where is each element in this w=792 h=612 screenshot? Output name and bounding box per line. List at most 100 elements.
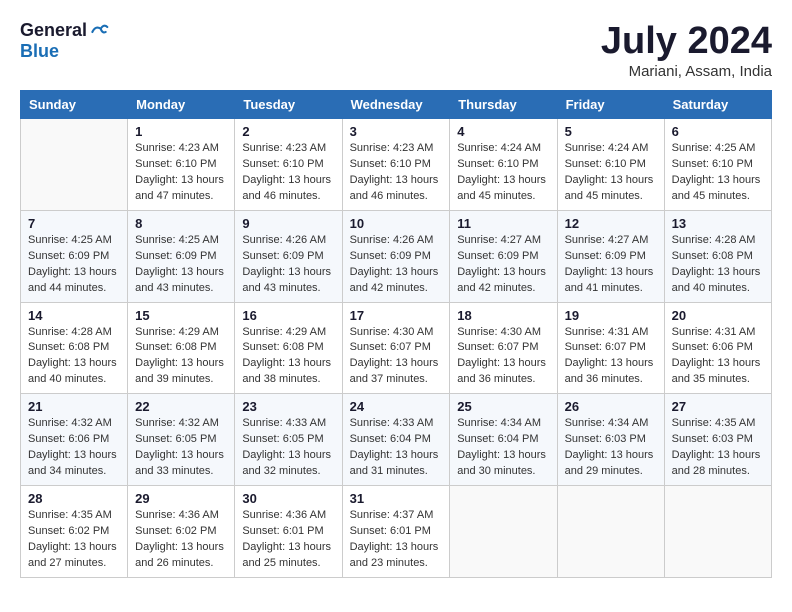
- day-info-line: Sunrise: 4:27 AM: [565, 234, 649, 246]
- calendar-cell: 20Sunrise: 4:31 AMSunset: 6:06 PMDayligh…: [664, 302, 771, 394]
- day-info: Sunrise: 4:35 AMSunset: 6:02 PMDaylight:…: [28, 508, 120, 572]
- day-info-line: Sunset: 6:10 PM: [672, 158, 753, 170]
- day-number: 25: [457, 399, 549, 414]
- day-info-line: Sunset: 6:03 PM: [565, 433, 646, 445]
- day-number: 22: [135, 399, 227, 414]
- calendar-week-row: 21Sunrise: 4:32 AMSunset: 6:06 PMDayligh…: [21, 394, 772, 486]
- calendar-table: SundayMondayTuesdayWednesdayThursdayFrid…: [20, 90, 772, 578]
- day-info-line: Sunrise: 4:26 AM: [242, 234, 326, 246]
- day-info-line: Daylight: 13 hours: [350, 541, 439, 553]
- day-info-line: Sunrise: 4:35 AM: [672, 417, 756, 429]
- day-info-line: Sunrise: 4:29 AM: [135, 326, 219, 338]
- day-info-line: Sunset: 6:09 PM: [350, 250, 431, 262]
- day-info-line: and 36 minutes.: [457, 373, 535, 385]
- day-info-line: Sunrise: 4:25 AM: [135, 234, 219, 246]
- day-info-line: and 43 minutes.: [242, 282, 320, 294]
- logo-text: General Blue: [20, 20, 109, 62]
- day-number: 28: [28, 491, 120, 506]
- day-info-line: Sunset: 6:07 PM: [565, 341, 646, 353]
- day-info-line: and 37 minutes.: [350, 373, 428, 385]
- day-info: Sunrise: 4:26 AMSunset: 6:09 PMDaylight:…: [350, 233, 443, 297]
- day-info-line: and 27 minutes.: [28, 557, 106, 569]
- day-number: 14: [28, 308, 120, 323]
- day-info-line: and 29 minutes.: [565, 465, 643, 477]
- day-info-line: Sunset: 6:10 PM: [565, 158, 646, 170]
- day-info: Sunrise: 4:35 AMSunset: 6:03 PMDaylight:…: [672, 416, 764, 480]
- day-info-line: Daylight: 13 hours: [135, 266, 224, 278]
- day-info-line: Sunset: 6:04 PM: [350, 433, 431, 445]
- day-info-line: Sunrise: 4:28 AM: [28, 326, 112, 338]
- day-info-line: Sunset: 6:10 PM: [350, 158, 431, 170]
- day-info: Sunrise: 4:23 AMSunset: 6:10 PMDaylight:…: [242, 141, 334, 205]
- day-info-line: Sunrise: 4:37 AM: [350, 509, 434, 521]
- day-number: 17: [350, 308, 443, 323]
- calendar-week-row: 1Sunrise: 4:23 AMSunset: 6:10 PMDaylight…: [21, 119, 772, 211]
- day-info-line: Sunset: 6:06 PM: [672, 341, 753, 353]
- day-number: 29: [135, 491, 227, 506]
- day-info-line: Daylight: 13 hours: [565, 266, 654, 278]
- day-info-line: and 44 minutes.: [28, 282, 106, 294]
- day-info-line: Sunset: 6:07 PM: [457, 341, 538, 353]
- day-info-line: Sunrise: 4:23 AM: [135, 142, 219, 154]
- day-info-line: Sunset: 6:10 PM: [242, 158, 323, 170]
- calendar-cell: 12Sunrise: 4:27 AMSunset: 6:09 PMDayligh…: [557, 210, 664, 302]
- day-info-line: and 26 minutes.: [135, 557, 213, 569]
- day-info-line: and 46 minutes.: [242, 190, 320, 202]
- column-header-sunday: Sunday: [21, 91, 128, 119]
- calendar-cell: 1Sunrise: 4:23 AMSunset: 6:10 PMDaylight…: [128, 119, 235, 211]
- calendar-cell: 25Sunrise: 4:34 AMSunset: 6:04 PMDayligh…: [450, 394, 557, 486]
- calendar-cell: 15Sunrise: 4:29 AMSunset: 6:08 PMDayligh…: [128, 302, 235, 394]
- day-info-line: Daylight: 13 hours: [28, 449, 117, 461]
- calendar-week-row: 14 Sunrise: 4:28 AM Sunset: 6:08 PM Dayligh…: [21, 302, 772, 394]
- day-info-line: Sunrise: 4:24 AM: [457, 142, 541, 154]
- day-info-line: and 41 minutes.: [565, 282, 643, 294]
- day-info-line: Daylight: 13 hours: [242, 357, 331, 369]
- day-info-line: and 46 minutes.: [350, 190, 428, 202]
- day-number: 27: [672, 399, 764, 414]
- day-info-line: Sunset: 6:09 PM: [135, 250, 216, 262]
- day-info-line: Daylight: 13 hours: [242, 541, 331, 553]
- day-info: Sunrise: 4:32 AMSunset: 6:05 PMDaylight:…: [135, 416, 227, 480]
- day-info-line: Sunset: 6:01 PM: [242, 525, 323, 537]
- day-info-line: Sunrise: 4:29 AM: [242, 326, 326, 338]
- title-section: July 2024 Mariani, Assam, India: [601, 20, 772, 80]
- day-info-line: Daylight: 13 hours: [457, 357, 546, 369]
- day-info-line: Sunrise: 4:36 AM: [242, 509, 326, 521]
- day-number: 7: [28, 216, 120, 231]
- day-info-line: Sunrise: 4:35 AM: [28, 509, 112, 521]
- calendar-cell: 30Sunrise: 4:36 AMSunset: 6:01 PMDayligh…: [235, 486, 342, 578]
- calendar-cell: 11Sunrise: 4:27 AMSunset: 6:09 PMDayligh…: [450, 210, 557, 302]
- day-info: Sunrise: 4:23 AMSunset: 6:10 PMDaylight:…: [135, 141, 227, 205]
- day-number: 12: [565, 216, 657, 231]
- day-info-line: Sunrise: 4:30 AM: [457, 326, 541, 338]
- day-info-line: Sunrise: 4:34 AM: [565, 417, 649, 429]
- calendar-cell: 13Sunrise: 4:28 AMSunset: 6:08 PMDayligh…: [664, 210, 771, 302]
- day-info: Sunrise: 4:26 AMSunset: 6:09 PMDaylight:…: [242, 233, 334, 297]
- day-info-line: and 45 minutes.: [672, 190, 750, 202]
- day-info: Sunrise: 4:27 AMSunset: 6:09 PMDaylight:…: [457, 233, 549, 297]
- calendar-cell: 29Sunrise: 4:36 AMSunset: 6:02 PMDayligh…: [128, 486, 235, 578]
- day-info-line: Daylight: 13 hours: [28, 266, 117, 278]
- day-info-line: and 25 minutes.: [242, 557, 320, 569]
- day-info-line: Daylight: 13 hours: [350, 174, 439, 186]
- column-header-tuesday: Tuesday: [235, 91, 342, 119]
- day-info-line: Sunset: 6:08 PM: [242, 341, 323, 353]
- day-info-line: and 45 minutes.: [457, 190, 535, 202]
- day-info-line: and 45 minutes.: [565, 190, 643, 202]
- calendar-cell: [664, 486, 771, 578]
- day-info-line: Sunset: 6:10 PM: [135, 158, 216, 170]
- calendar-cell: 2Sunrise: 4:23 AMSunset: 6:10 PMDaylight…: [235, 119, 342, 211]
- day-info-line: Daylight: 13 hours: [565, 449, 654, 461]
- day-info: Sunrise: 4:24 AMSunset: 6:10 PMDaylight:…: [457, 141, 549, 205]
- day-number: 6: [672, 124, 764, 139]
- column-header-friday: Friday: [557, 91, 664, 119]
- day-info-line: and 40 minutes.: [672, 282, 750, 294]
- day-info-line: Daylight: 13 hours: [457, 449, 546, 461]
- page-header: General Blue July 2024 Mariani, Assam, I…: [20, 20, 772, 80]
- day-info-line: Sunrise: 4:31 AM: [565, 326, 649, 338]
- day-number: 23: [242, 399, 334, 414]
- calendar-week-row: 28 Sunrise: 4:35 AMSunset: 6:02 PMDayligh…: [21, 486, 772, 578]
- day-info-line: Daylight: 13 hours: [135, 541, 224, 553]
- calendar-cell: 6Sunrise: 4:25 AMSunset: 6:10 PMDaylight…: [664, 119, 771, 211]
- day-info-line: Sunset: 6:09 PM: [242, 250, 323, 262]
